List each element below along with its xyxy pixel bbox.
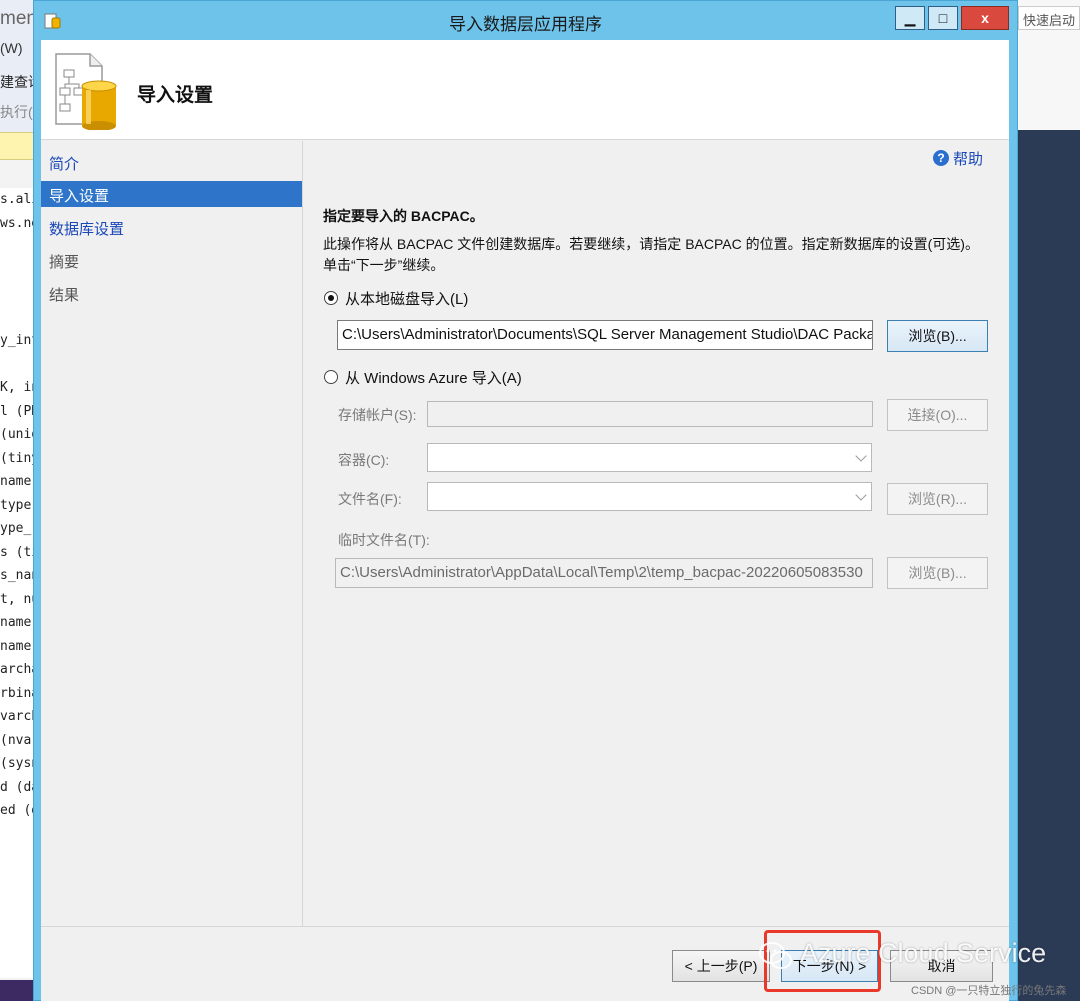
- nav-item-results: 结果: [49, 287, 80, 304]
- description-line-1: 此操作将从 BACPAC 文件创建数据库。若要继续，请指定 BACPAC 的位置…: [323, 236, 979, 252]
- browse-local-button[interactable]: 浏览(B)...: [887, 320, 988, 352]
- csdn-credit: CSDN @一只特立独行的兔先森: [911, 985, 1067, 997]
- temp-filename-input: C:\Users\Administrator\AppData\Local\Tem…: [335, 558, 873, 588]
- watermark-text: Azure Cloud Service: [800, 938, 1047, 968]
- help-icon[interactable]: ?: [933, 150, 949, 166]
- nav-item-introduction[interactable]: 简介: [41, 149, 302, 175]
- section-heading: 指定要导入的 BACPAC。: [323, 208, 484, 224]
- storage-account-label: 存储帐户(S):: [338, 407, 417, 423]
- dialog-title: 导入数据层应用程序: [449, 15, 602, 34]
- storage-account-input: [427, 401, 873, 427]
- azure-radio[interactable]: [324, 370, 338, 384]
- container-label: 容器(C):: [338, 452, 390, 468]
- local-disk-radio[interactable]: [324, 291, 338, 305]
- nav-item-summary: 摘要: [49, 254, 80, 271]
- nav-item-import-settings[interactable]: 导入设置: [41, 181, 302, 207]
- local-path-input[interactable]: C:\Users\Administrator\Documents\SQL Ser…: [337, 320, 873, 350]
- browse-filename-button: 浏览(R)...: [887, 483, 988, 515]
- browse-temp-button: 浏览(B)...: [887, 557, 988, 589]
- wechat-logo-icon: [759, 942, 792, 969]
- previous-button[interactable]: < 上一步(P): [672, 950, 770, 982]
- close-button[interactable]: x: [961, 6, 1009, 30]
- chevron-down-icon: [855, 450, 867, 462]
- local-disk-radio-label[interactable]: 从本地磁盘导入(L): [345, 288, 468, 309]
- radio-selected-dot: [328, 295, 334, 301]
- filename-select: [427, 482, 872, 511]
- background-right-panel: [1018, 130, 1080, 1001]
- temp-filename-label: 临时文件名(T):: [338, 532, 430, 548]
- azure-radio-label[interactable]: 从 Windows Azure 导入(A): [345, 367, 522, 388]
- nav-item-database-settings[interactable]: 数据库设置: [41, 214, 302, 240]
- quick-launch-input[interactable]: 快速启动: [1018, 6, 1080, 30]
- container-select: [427, 443, 872, 472]
- help-link[interactable]: 帮助: [953, 148, 983, 169]
- filename-label: 文件名(F):: [338, 491, 402, 507]
- chevron-down-icon: [855, 489, 867, 501]
- database-document-icon: [55, 53, 117, 130]
- wizard-page-title: 导入设置: [137, 85, 214, 106]
- description-line-2: 单击“下一步”继续。: [323, 257, 445, 273]
- maximize-button[interactable]: □: [928, 6, 958, 30]
- connect-button: 连接(O)...: [887, 399, 988, 431]
- minimize-button[interactable]: ▁: [895, 6, 925, 30]
